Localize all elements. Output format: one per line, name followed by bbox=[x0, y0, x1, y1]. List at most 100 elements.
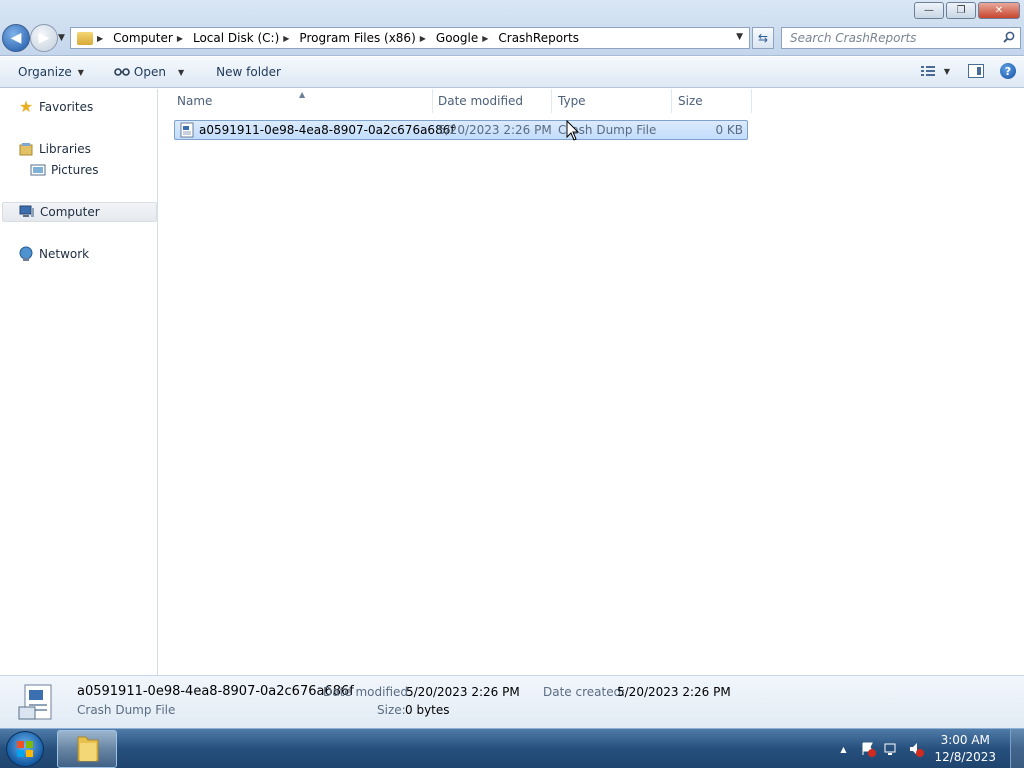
details-file-type: Crash Dump File bbox=[77, 703, 176, 717]
help-icon[interactable]: ? bbox=[1000, 63, 1016, 79]
file-name: a0591911-0e98-4ea8-8907-0a2c676a686f bbox=[199, 123, 455, 137]
start-button[interactable] bbox=[6, 731, 44, 767]
show-desktop-button[interactable] bbox=[1010, 729, 1024, 768]
folder-icon bbox=[77, 736, 99, 762]
nav-label: Libraries bbox=[39, 142, 91, 156]
minimize-button[interactable]: — bbox=[914, 2, 944, 19]
nav-label: Pictures bbox=[51, 163, 99, 177]
details-date-created-label: Date created: bbox=[543, 685, 626, 699]
column-header-name[interactable]: Name bbox=[171, 89, 433, 113]
network-status-icon[interactable] bbox=[884, 741, 900, 757]
chevron-down-icon: ▼ bbox=[77, 67, 84, 77]
new-folder-button[interactable]: New folder bbox=[210, 57, 287, 87]
command-bar: Organize ▼ Open ▼ New folder ▼ ? bbox=[0, 57, 1024, 88]
organize-button[interactable]: Organize ▼ bbox=[12, 57, 90, 87]
nav-label: Favorites bbox=[39, 100, 94, 114]
clock-date: 12/8/2023 bbox=[934, 750, 996, 764]
close-button[interactable]: ✕ bbox=[978, 2, 1020, 19]
file-size: 0 KB bbox=[715, 123, 743, 137]
search-placeholder: Search CrashReports bbox=[790, 31, 917, 45]
details-file-name: a0591911-0e98-4ea8-8907-0a2c676a686f bbox=[77, 684, 354, 699]
windows-logo-icon bbox=[17, 741, 33, 757]
details-date-created: 5/20/2023 2:26 PM bbox=[617, 685, 731, 699]
navigation-pane: ★ Favorites Libraries Pictures Computer … bbox=[0, 89, 158, 675]
nav-computer[interactable]: Computer bbox=[2, 202, 157, 222]
breadcrumb-label: Google bbox=[435, 31, 479, 45]
volume-muted-icon[interactable] bbox=[908, 741, 925, 757]
column-header-type[interactable]: Type bbox=[552, 89, 672, 113]
crash-dump-file-large-icon bbox=[18, 684, 52, 720]
crumb-separator-icon[interactable]: ▶ bbox=[420, 34, 426, 43]
address-history-dropdown[interactable]: ▼ bbox=[736, 32, 743, 42]
refresh-icon: ⇆ bbox=[757, 31, 769, 45]
crumb-separator-icon[interactable]: ▶ bbox=[97, 34, 103, 43]
back-button[interactable]: ◀ bbox=[2, 24, 30, 52]
preview-pane-icon[interactable] bbox=[968, 64, 984, 78]
column-label: Type bbox=[558, 94, 586, 108]
maximize-button[interactable]: ❐ bbox=[946, 2, 976, 19]
details-date-modified: 5/20/2023 2:26 PM bbox=[406, 685, 520, 699]
breadcrumb-google[interactable]: Google bbox=[436, 31, 478, 45]
mouse-cursor-icon bbox=[566, 120, 580, 141]
nav-favorites[interactable]: ★ Favorites bbox=[18, 97, 93, 117]
crash-dump-file-icon bbox=[180, 122, 194, 138]
search-icon[interactable] bbox=[1003, 31, 1015, 43]
window-controls: — ❐ ✕ bbox=[912, 2, 1020, 19]
view-options-dropdown[interactable]: ▼ bbox=[944, 67, 950, 76]
clock-time: 3:00 AM bbox=[940, 733, 990, 747]
column-label: Date modified bbox=[438, 94, 524, 108]
search-input[interactable]: Search CrashReports bbox=[781, 27, 1021, 49]
column-header-date-modified[interactable]: Date modified bbox=[432, 89, 552, 113]
network-icon bbox=[19, 246, 33, 261]
column-header-size[interactable]: Size bbox=[672, 89, 752, 113]
crumb-separator-icon[interactable]: ▶ bbox=[482, 34, 488, 43]
glasses-open-icon bbox=[114, 68, 130, 76]
open-button[interactable]: Open ▼ bbox=[108, 57, 190, 87]
library-icon bbox=[19, 143, 33, 156]
breadcrumb-label: Local Disk (C:) bbox=[192, 31, 280, 45]
breadcrumb-crashreports[interactable]: CrashReports bbox=[498, 31, 579, 45]
view-controls: ▼ ? bbox=[920, 63, 1016, 79]
nav-pictures[interactable]: Pictures bbox=[30, 160, 99, 180]
breadcrumb-program-files[interactable]: Program Files (x86) bbox=[299, 31, 415, 45]
organize-label: Organize bbox=[18, 65, 72, 79]
column-label: Size bbox=[678, 94, 703, 108]
breadcrumb-computer[interactable]: Computer bbox=[113, 31, 173, 45]
column-label: Name bbox=[177, 94, 213, 108]
details-size: 0 bytes bbox=[405, 703, 450, 717]
file-list: ▲ Name Date modified Type Size a0591911-… bbox=[159, 89, 1024, 675]
nav-network[interactable]: Network bbox=[18, 244, 89, 264]
title-bar: — ❐ ✕ ◀ ▶ ▼ ▶ Computer ▶ Local Disk (C:)… bbox=[0, 0, 1024, 56]
back-arrow-icon: ◀ bbox=[10, 30, 22, 46]
breadcrumb-label: Program Files (x86) bbox=[299, 31, 416, 45]
forward-button[interactable]: ▶ bbox=[30, 24, 58, 52]
open-label: Open bbox=[133, 65, 166, 79]
action-center-icon[interactable] bbox=[860, 741, 877, 757]
chevron-down-icon: ▼ bbox=[177, 67, 185, 77]
show-hidden-icons-button[interactable]: ▲ bbox=[840, 745, 846, 754]
recent-pages-dropdown[interactable]: ▼ bbox=[58, 33, 65, 43]
folder-icon bbox=[77, 31, 93, 45]
refresh-button[interactable]: ⇆ bbox=[752, 27, 774, 49]
pictures-icon bbox=[30, 164, 46, 176]
crumb-separator-icon[interactable]: ▶ bbox=[177, 34, 183, 43]
details-pane: a0591911-0e98-4ea8-8907-0a2c676a686f Cra… bbox=[0, 675, 1024, 728]
address-bar[interactable]: ▶ Computer ▶ Local Disk (C:) ▶ Program F… bbox=[70, 27, 750, 49]
computer-icon bbox=[19, 205, 34, 217]
nav-libraries[interactable]: Libraries bbox=[18, 139, 91, 159]
star-icon: ★ bbox=[18, 97, 34, 116]
clock[interactable]: 3:00 AM 12/8/2023 bbox=[934, 732, 996, 766]
change-view-icon[interactable] bbox=[920, 64, 936, 78]
nav-label: Computer bbox=[40, 205, 100, 219]
file-row[interactable]: a0591911-0e98-4ea8-8907-0a2c676a686f 5/2… bbox=[174, 120, 748, 140]
taskbar: ▲ 3:00 AM 12/8/2023 bbox=[0, 728, 1024, 768]
file-date-modified: 5/20/2023 2:26 PM bbox=[438, 123, 552, 137]
crumb-separator-icon[interactable]: ▶ bbox=[283, 34, 289, 43]
details-date-modified-label: Date modified: bbox=[323, 685, 413, 699]
breadcrumb-label: CrashReports bbox=[498, 31, 579, 45]
nav-label: Network bbox=[39, 247, 90, 261]
breadcrumb-label: Computer bbox=[113, 31, 173, 45]
breadcrumb-local-disk[interactable]: Local Disk (C:) bbox=[193, 31, 279, 45]
forward-arrow-icon: ▶ bbox=[38, 30, 50, 46]
taskbar-explorer-button[interactable] bbox=[57, 730, 117, 768]
